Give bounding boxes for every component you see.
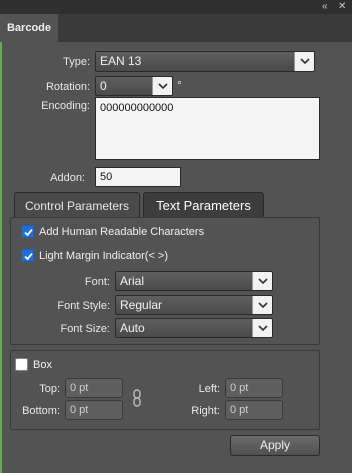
light-margin-checkbox[interactable] (21, 249, 34, 262)
close-icon[interactable]: ✕ (338, 1, 346, 12)
tab-text-parameters[interactable]: Text Parameters (143, 192, 264, 218)
dropdown-arrow-icon[interactable] (252, 272, 272, 290)
tab-control-parameters[interactable]: Control Parameters (14, 192, 140, 218)
degree-symbol: ° (177, 78, 182, 92)
panel-titlebar: « ✕ (0, 0, 352, 14)
right-label: Right: (191, 405, 220, 417)
font-style-select[interactable]: Regular (115, 295, 273, 315)
tab-barcode[interactable]: Barcode (0, 14, 58, 42)
font-style-label: Font Style: (57, 300, 110, 312)
type-select[interactable]: EAN 13 (95, 51, 315, 72)
panel-tab-bar: Barcode (0, 14, 352, 42)
box-checkbox[interactable] (15, 358, 28, 371)
dropdown-arrow-icon[interactable] (294, 52, 314, 71)
font-style-value: Regular (120, 298, 163, 312)
checkmark-icon (24, 228, 33, 237)
font-label: Font: (84, 276, 110, 288)
light-margin-label: Light Margin Indicator(< >) (39, 250, 169, 262)
type-label: Type: (63, 56, 90, 68)
font-value: Arial (120, 274, 145, 288)
right-field[interactable]: 0 pt (225, 400, 283, 420)
chain-link-icon[interactable] (132, 389, 142, 410)
addon-field[interactable]: 50 (95, 167, 181, 187)
rotation-label: Rotation: (45, 81, 90, 93)
dropdown-arrow-icon[interactable] (252, 319, 272, 337)
apply-button[interactable]: Apply (230, 435, 320, 456)
bottom-label: Bottom: (22, 405, 60, 417)
box-label: Box (33, 359, 52, 371)
encoding-textarea[interactable]: 000000000000 (95, 97, 320, 160)
type-value: EAN 13 (100, 54, 142, 68)
human-readable-label: Add Human Readable Characters (39, 226, 205, 238)
collapse-icon[interactable]: « (322, 1, 328, 12)
top-field[interactable]: 0 pt (65, 378, 123, 398)
rotation-select[interactable]: 0 (95, 76, 173, 96)
human-readable-checkbox[interactable] (21, 225, 34, 238)
left-edge-strip (0, 42, 2, 473)
font-size-value: Auto (120, 321, 145, 335)
left-field[interactable]: 0 pt (225, 378, 283, 398)
top-label: Top: (39, 383, 60, 395)
encoding-label: Encoding: (41, 100, 90, 112)
font-select[interactable]: Arial (115, 271, 273, 291)
font-size-label: Font Size: (60, 323, 110, 335)
addon-label: Addon: (50, 172, 85, 184)
checkmark-icon (24, 252, 33, 261)
dropdown-arrow-icon[interactable] (252, 296, 272, 314)
rotation-value: 0 (100, 79, 107, 93)
bottom-field[interactable]: 0 pt (65, 400, 123, 420)
font-size-select[interactable]: Auto (115, 318, 273, 338)
dropdown-arrow-icon[interactable] (152, 77, 172, 95)
left-label: Left: (198, 383, 220, 395)
